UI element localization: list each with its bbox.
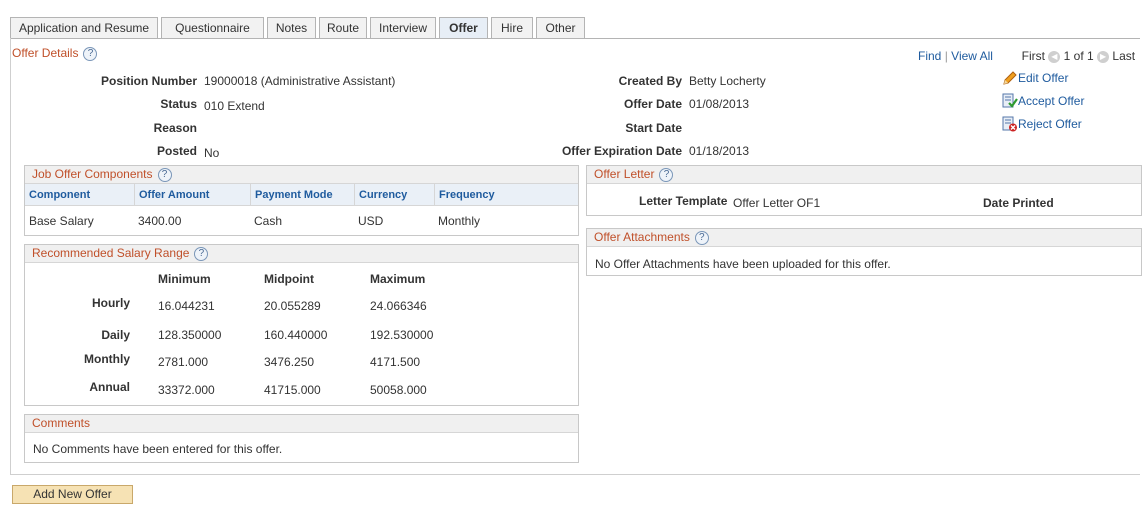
monthly-minimum: 2781.000	[158, 355, 209, 369]
comments-title: Comments	[32, 416, 91, 430]
offer-attachments-header: Offer Attachments?	[587, 229, 1141, 247]
previous-arrow-icon[interactable]: ◀	[1048, 50, 1061, 63]
job-offer-components-title: Job Offer Components	[32, 167, 153, 181]
accept-document-icon	[1002, 93, 1018, 108]
daily-minimum: 128.350000	[158, 328, 222, 342]
status-label: Status	[160, 97, 197, 111]
cell-frequency: Monthly	[438, 214, 481, 228]
cell-currency: USD	[358, 214, 384, 228]
posted-value: No	[204, 146, 220, 160]
offer-expiration-date-label: Offer Expiration Date	[561, 144, 682, 158]
tab-hire[interactable]: Hire	[491, 17, 533, 39]
column-header-frequency[interactable]: Frequency	[434, 184, 579, 206]
tab-route[interactable]: Route	[319, 17, 367, 39]
add-new-offer-button[interactable]: Add New Offer	[12, 485, 133, 504]
job-offer-components-grid: Job Offer Components? Component Offer Am…	[24, 165, 579, 236]
record-navigation: Find | View All First ◀ 1 of 1 ▶ Last	[918, 49, 1135, 63]
annual-maximum: 50058.000	[370, 383, 427, 397]
column-header-offer-amount[interactable]: Offer Amount	[134, 184, 250, 206]
daily-midpoint: 160.440000	[264, 328, 328, 342]
help-icon[interactable]: ?	[83, 46, 98, 61]
maximum-header: Maximum	[370, 272, 426, 286]
next-arrow-icon[interactable]: ▶	[1097, 50, 1110, 63]
hourly-label: Hourly	[91, 296, 130, 310]
position-number-value: 19000018 (Administrative Assistant)	[204, 74, 396, 88]
salary-range-header: Recommended Salary Range?	[25, 245, 578, 263]
cell-component: Base Salary	[29, 214, 94, 228]
frame-left-border	[10, 38, 11, 475]
offer-attachments-box: Offer Attachments? No Offer Attachments …	[586, 228, 1142, 276]
created-by-value: Betty Locherty	[689, 74, 766, 88]
date-printed-label: Date Printed	[983, 196, 1054, 210]
offer-details-title: Offer Details	[12, 46, 79, 60]
pencil-icon	[1003, 71, 1017, 85]
offer-date-label: Offer Date	[623, 97, 682, 111]
frame-bottom-border	[10, 474, 1140, 475]
monthly-maximum: 4171.500	[370, 355, 421, 369]
hourly-maximum: 24.066346	[370, 299, 427, 313]
offer-letter-box: Offer Letter? Letter Template Offer Lett…	[586, 165, 1142, 216]
monthly-midpoint: 3476.250	[264, 355, 315, 369]
tab-interview[interactable]: Interview	[370, 17, 436, 39]
accept-offer-link[interactable]: Accept Offer	[1018, 94, 1084, 108]
tab-offer[interactable]: Offer	[439, 17, 488, 39]
comments-box: Comments No Comments have been entered f…	[24, 414, 579, 463]
annual-midpoint: 41715.000	[264, 383, 321, 397]
posted-label: Posted	[156, 144, 197, 158]
offer-attachments-empty-text: No Offer Attachments have been uploaded …	[595, 257, 891, 271]
nav-separator: |	[944, 49, 948, 63]
reject-offer-link[interactable]: Reject Offer	[1018, 117, 1082, 131]
view-all-link[interactable]: View All	[951, 49, 993, 63]
tab-questionnaire[interactable]: Questionnaire	[161, 17, 264, 39]
tab-other[interactable]: Other	[536, 17, 585, 39]
offer-date-value: 01/08/2013	[689, 97, 750, 111]
record-range: 1 of 1	[1063, 49, 1094, 63]
annual-minimum: 33372.000	[158, 383, 215, 397]
edit-offer-link[interactable]: Edit Offer	[1018, 71, 1068, 85]
last-label: Last	[1112, 49, 1136, 63]
minimum-header: Minimum	[158, 272, 211, 286]
salary-range-title: Recommended Salary Range	[32, 246, 190, 260]
offer-attachments-title: Offer Attachments	[594, 230, 690, 244]
hourly-minimum: 16.044231	[158, 299, 215, 313]
job-offer-components-column-headers: Component Offer Amount Payment Mode Curr…	[25, 184, 578, 206]
midpoint-header: Midpoint	[264, 272, 314, 286]
offer-letter-title: Offer Letter	[594, 167, 655, 181]
hourly-midpoint: 20.055289	[264, 299, 321, 313]
letter-template-value: Offer Letter OF1	[733, 196, 821, 210]
offer-expiration-date-value: 01/18/2013	[689, 144, 750, 158]
reason-label: Reason	[153, 121, 197, 135]
tab-divider	[10, 38, 1140, 39]
help-icon[interactable]: ?	[659, 167, 674, 182]
daily-label: Daily	[101, 328, 130, 342]
daily-maximum: 192.530000	[370, 328, 434, 342]
monthly-label: Monthly	[84, 352, 130, 366]
find-link[interactable]: Find	[918, 49, 941, 63]
column-header-component[interactable]: Component	[25, 184, 134, 206]
created-by-label: Created By	[618, 74, 682, 88]
reject-document-icon	[1002, 116, 1017, 132]
recommended-salary-range-box: Recommended Salary Range? Minimum Midpoi…	[24, 244, 579, 406]
help-icon[interactable]: ?	[694, 230, 709, 245]
job-offer-components-header: Job Offer Components?	[25, 166, 578, 184]
comments-header: Comments	[25, 415, 578, 433]
first-label: First	[1021, 49, 1045, 63]
tab-application-and-resume[interactable]: Application and Resume	[10, 17, 158, 39]
column-header-currency[interactable]: Currency	[354, 184, 434, 206]
offer-details-header: Offer Details?	[12, 46, 98, 61]
status-value: 010 Extend	[204, 99, 265, 113]
annual-label: Annual	[89, 380, 130, 394]
position-number-label: Position Number	[100, 74, 197, 88]
help-icon[interactable]: ?	[157, 167, 172, 182]
comments-empty-text: No Comments have been entered for this o…	[33, 442, 283, 456]
column-header-payment-mode[interactable]: Payment Mode	[250, 184, 354, 206]
cell-offer-amount: 3400.00	[138, 214, 182, 228]
letter-template-label: Letter Template	[639, 194, 728, 208]
start-date-label: Start Date	[625, 121, 682, 135]
offer-letter-header: Offer Letter?	[587, 166, 1141, 184]
help-icon[interactable]: ?	[194, 246, 209, 261]
cell-payment-mode: Cash	[254, 214, 283, 228]
tab-notes[interactable]: Notes	[267, 17, 316, 39]
